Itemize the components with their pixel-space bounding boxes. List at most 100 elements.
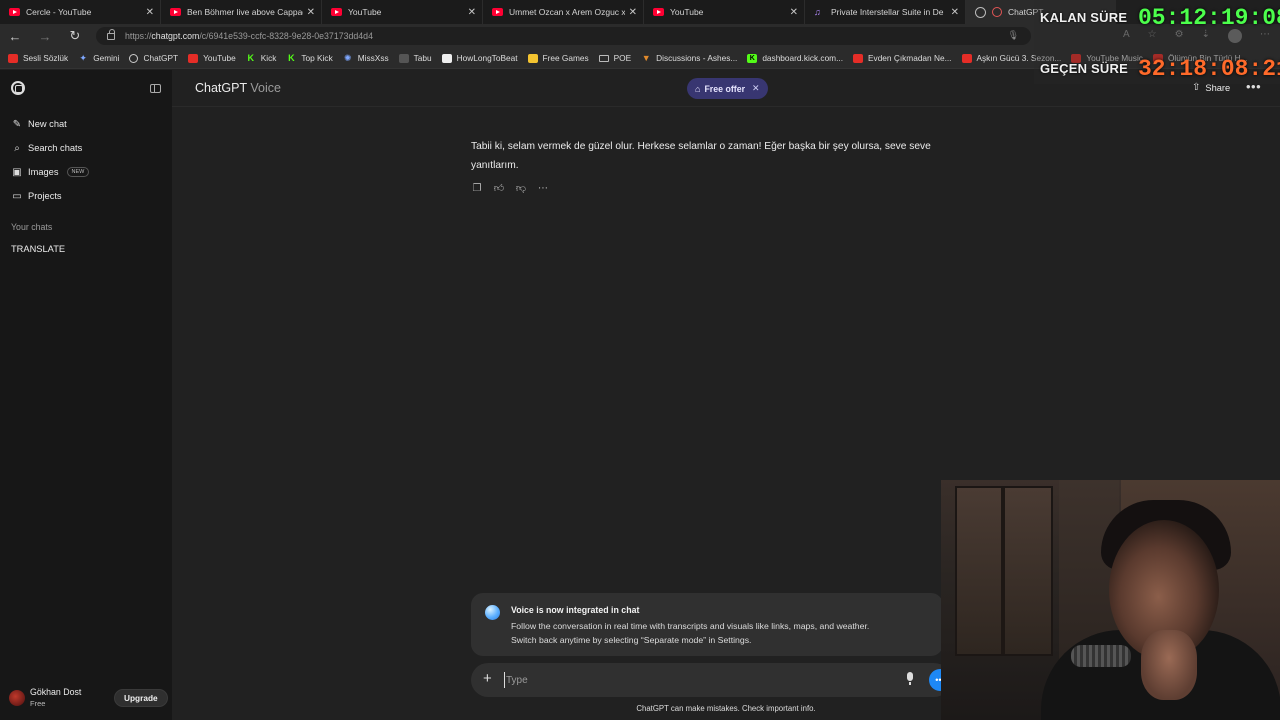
message-input[interactable]	[504, 672, 884, 688]
image-icon: ▣	[12, 166, 22, 178]
webcam-microphone	[1071, 645, 1131, 667]
sidebar-item-new-chat[interactable]: ✎ New chat	[11, 116, 67, 132]
folder-icon: ▭	[12, 190, 22, 202]
bookmark[interactable]: Tabu	[398, 53, 432, 63]
webcam-person-hand	[1141, 630, 1197, 700]
copy-icon[interactable]: ❐	[471, 183, 483, 195]
browser-tab[interactable]: Ben Böhmer live above Cappadocia ✕	[161, 0, 322, 24]
new-badge: NEW	[66, 167, 90, 177]
thumbs-down-icon[interactable]: 👎︎	[515, 183, 527, 195]
youtube-icon	[9, 8, 20, 16]
sidebar-item-search-chats[interactable]: ⌕ Search chats	[11, 140, 82, 156]
more-icon[interactable]: ⋯	[537, 183, 549, 195]
model-selector[interactable]: ChatGPT Voice	[195, 81, 281, 95]
edit-icon: ✎	[12, 118, 22, 130]
sidebar: ✎ New chat ⌕ Search chats ▣ Images NEW ▭…	[0, 70, 172, 720]
user-name: Gökhan Dost	[30, 687, 82, 697]
screen: Cercle - YouTube ✕ Ben Böhmer live above…	[0, 0, 1280, 720]
microphone-icon[interactable]: 🎙	[1008, 30, 1019, 41]
user-plan: Free	[30, 699, 46, 708]
message-actions: ❐ 👍︎ 👎︎ ⋯	[471, 183, 549, 195]
youtube-icon	[331, 8, 342, 16]
bookmark[interactable]: ✺ MissXss	[343, 53, 389, 63]
bookmark[interactable]: Kdashboard.kick.com...	[747, 53, 843, 63]
bookmark[interactable]: Free Games	[527, 53, 589, 63]
youtube-icon	[170, 8, 181, 16]
sidebar-item-projects[interactable]: ▭ Projects	[11, 188, 62, 204]
upgrade-button[interactable]: Upgrade	[114, 689, 168, 707]
browser-tab[interactable]: Ummet Ozcan x Arem Ozguc x Ar ✕	[483, 0, 644, 24]
bookmark[interactable]: ChatGPT	[129, 53, 178, 63]
close-icon[interactable]: ✕	[629, 7, 637, 18]
bookmark[interactable]: Evden Çıkmadan Ne...	[853, 53, 952, 63]
webcam-background-window	[955, 486, 1053, 656]
sidebar-item-images[interactable]: ▣ Images NEW	[11, 164, 90, 180]
chatgpt-icon	[129, 53, 139, 63]
webcam-feed	[941, 480, 1280, 720]
browser-tab[interactable]: YouTube ✕	[644, 0, 805, 24]
gift-icon: ⌂	[695, 83, 701, 94]
youtube-icon	[188, 53, 199, 63]
youtube-icon	[492, 8, 503, 16]
bookmark-label: YouTube	[203, 53, 236, 63]
sidebar-item-label: New chat	[28, 119, 67, 129]
bookmark-label: HowLongToBeat	[456, 53, 518, 63]
bookmark-icon	[398, 53, 409, 63]
browser-tab[interactable]: YouTube ✕	[322, 0, 483, 24]
youtube-icon	[653, 8, 664, 16]
close-icon[interactable]: ✕	[307, 7, 315, 18]
remaining-label: KALAN SÜRE	[1040, 10, 1128, 25]
close-icon[interactable]: ✕	[790, 7, 798, 18]
browser-tab[interactable]: Cercle - YouTube ✕	[0, 0, 161, 24]
free-offer-button[interactable]: ⌂ Free offer ✕	[687, 78, 768, 99]
tab-title: Ummet Ozcan x Arem Ozguc x Ar	[509, 7, 625, 17]
tab-title: Private Interstellar Suite in De	[831, 7, 944, 17]
gemini-icon: ✦	[79, 52, 87, 63]
bookmark[interactable]: ✦ Gemini	[78, 53, 119, 63]
chatgpt-logo-icon[interactable]	[11, 81, 25, 95]
bookmark[interactable]: K Top Kick	[286, 52, 333, 63]
bookmark-label: Top Kick	[301, 53, 333, 63]
reload-icon[interactable]: ↻	[60, 28, 90, 44]
close-icon[interactable]: ✕	[146, 7, 154, 18]
browser-tab[interactable]: ♫ Private Interstellar Suite in De ✕	[805, 0, 966, 24]
bookmark-label: POE	[613, 53, 632, 63]
back-icon[interactable]: ←	[0, 29, 30, 44]
bookmark-label: Gemini	[93, 53, 120, 63]
url-prefix: https://	[125, 31, 152, 41]
voice-orb-icon	[485, 605, 500, 620]
close-icon[interactable]: ✕	[752, 83, 760, 94]
divider	[172, 106, 1280, 107]
bookmark[interactable]: Sesli Sözlük	[8, 53, 68, 63]
voice-notice: Voice is now integrated in chat Follow t…	[471, 593, 943, 656]
forward-icon[interactable]: →	[30, 29, 60, 44]
kick-icon: K	[288, 52, 295, 63]
star-icon: ✺	[343, 52, 352, 63]
share-label: Share	[1205, 82, 1231, 93]
bookmark-label: Sesli Sözlük	[23, 53, 69, 63]
sidebar-toggle-icon[interactable]	[150, 84, 161, 93]
close-icon[interactable]: ✕	[468, 7, 476, 18]
thumbs-up-icon[interactable]: 👍︎	[493, 183, 505, 195]
music-icon: ♫	[814, 7, 821, 17]
bookmark[interactable]: HowLongToBeat	[441, 53, 518, 63]
youtube-icon	[853, 53, 864, 63]
bookmark[interactable]: POE	[598, 53, 632, 63]
microphone-icon[interactable]	[905, 672, 915, 686]
close-icon[interactable]: ✕	[951, 7, 959, 18]
search-icon: ⌕	[14, 142, 20, 154]
model-name: ChatGPT	[195, 81, 247, 95]
user-profile[interactable]: Gökhan Dost Free	[9, 687, 81, 708]
bookmark[interactable]: YouTube	[188, 53, 236, 63]
chat-history-item[interactable]: TRANSLATE	[11, 244, 65, 254]
elapsed-label: GEÇEN SÜRE	[1040, 61, 1128, 76]
bookmark[interactable]: ▼ Discussions - Ashes...	[641, 53, 738, 63]
kick-icon: K	[747, 53, 758, 63]
plus-icon[interactable]: +	[483, 670, 492, 687]
remaining-value: 05:12:19:08	[1138, 5, 1280, 31]
bookmark-label: ChatGPT	[143, 53, 179, 63]
sidebar-item-label: Projects	[28, 191, 62, 201]
bookmark[interactable]: K Kick	[246, 53, 276, 63]
url-field[interactable]: https://chatgpt.com/c/6941e539-ccfc-8328…	[96, 27, 1031, 45]
composer: + •••	[471, 663, 951, 697]
